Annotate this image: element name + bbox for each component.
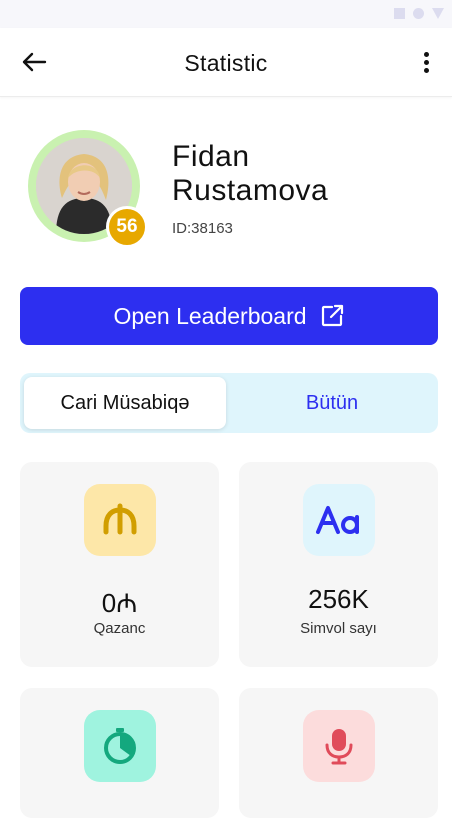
- system-icons: [394, 8, 444, 19]
- circle-icon: [413, 8, 424, 19]
- earnings-label: Qazanc: [93, 620, 146, 637]
- tab-current-competition[interactable]: Cari Müsabiqə: [24, 377, 226, 429]
- segmented-control: Cari Müsabiqə Bütün: [20, 373, 438, 433]
- dot-icon: [423, 51, 429, 57]
- text-aa-icon: [316, 506, 359, 534]
- tab-all[interactable]: Bütün: [230, 377, 434, 429]
- earnings-value: 0₼: [101, 588, 138, 618]
- page-title: Statistic: [184, 50, 268, 76]
- earnings-icon-box: [84, 484, 156, 556]
- stopwatch-icon: [104, 728, 136, 764]
- more-options-button[interactable]: [414, 46, 438, 78]
- user-first-name: Fidan: [172, 140, 250, 173]
- user-last-name: Rustamova: [172, 174, 329, 207]
- symbol-count-label: Simvol sayı: [300, 620, 377, 637]
- triangle-icon: [432, 8, 444, 19]
- open-leaderboard-button[interactable]: Open Leaderboard: [20, 287, 438, 345]
- voice-icon-box: [303, 710, 375, 782]
- external-link-icon: [321, 304, 343, 327]
- square-icon: [394, 8, 405, 19]
- time-icon-box: [84, 710, 156, 782]
- user-id: ID:38163: [172, 220, 233, 237]
- dot-icon: [423, 59, 429, 65]
- dot-icon: [423, 67, 429, 73]
- stat-card-earnings: 0₼ Qazanc: [20, 462, 219, 667]
- symbol-count-icon-box: [303, 484, 375, 556]
- symbol-count-value: 256K: [308, 584, 369, 614]
- microphone-icon: [325, 729, 353, 765]
- stat-card-symbol-count: 256K Simvol sayı: [239, 462, 438, 667]
- app-bar: Statistic: [0, 28, 452, 97]
- level-badge: 56: [106, 206, 148, 248]
- open-leaderboard-label: Open Leaderboard: [113, 302, 307, 329]
- stat-card-time: [20, 688, 219, 818]
- stat-card-voice: [239, 688, 438, 818]
- manat-icon: [103, 503, 137, 535]
- status-bar: [0, 0, 452, 28]
